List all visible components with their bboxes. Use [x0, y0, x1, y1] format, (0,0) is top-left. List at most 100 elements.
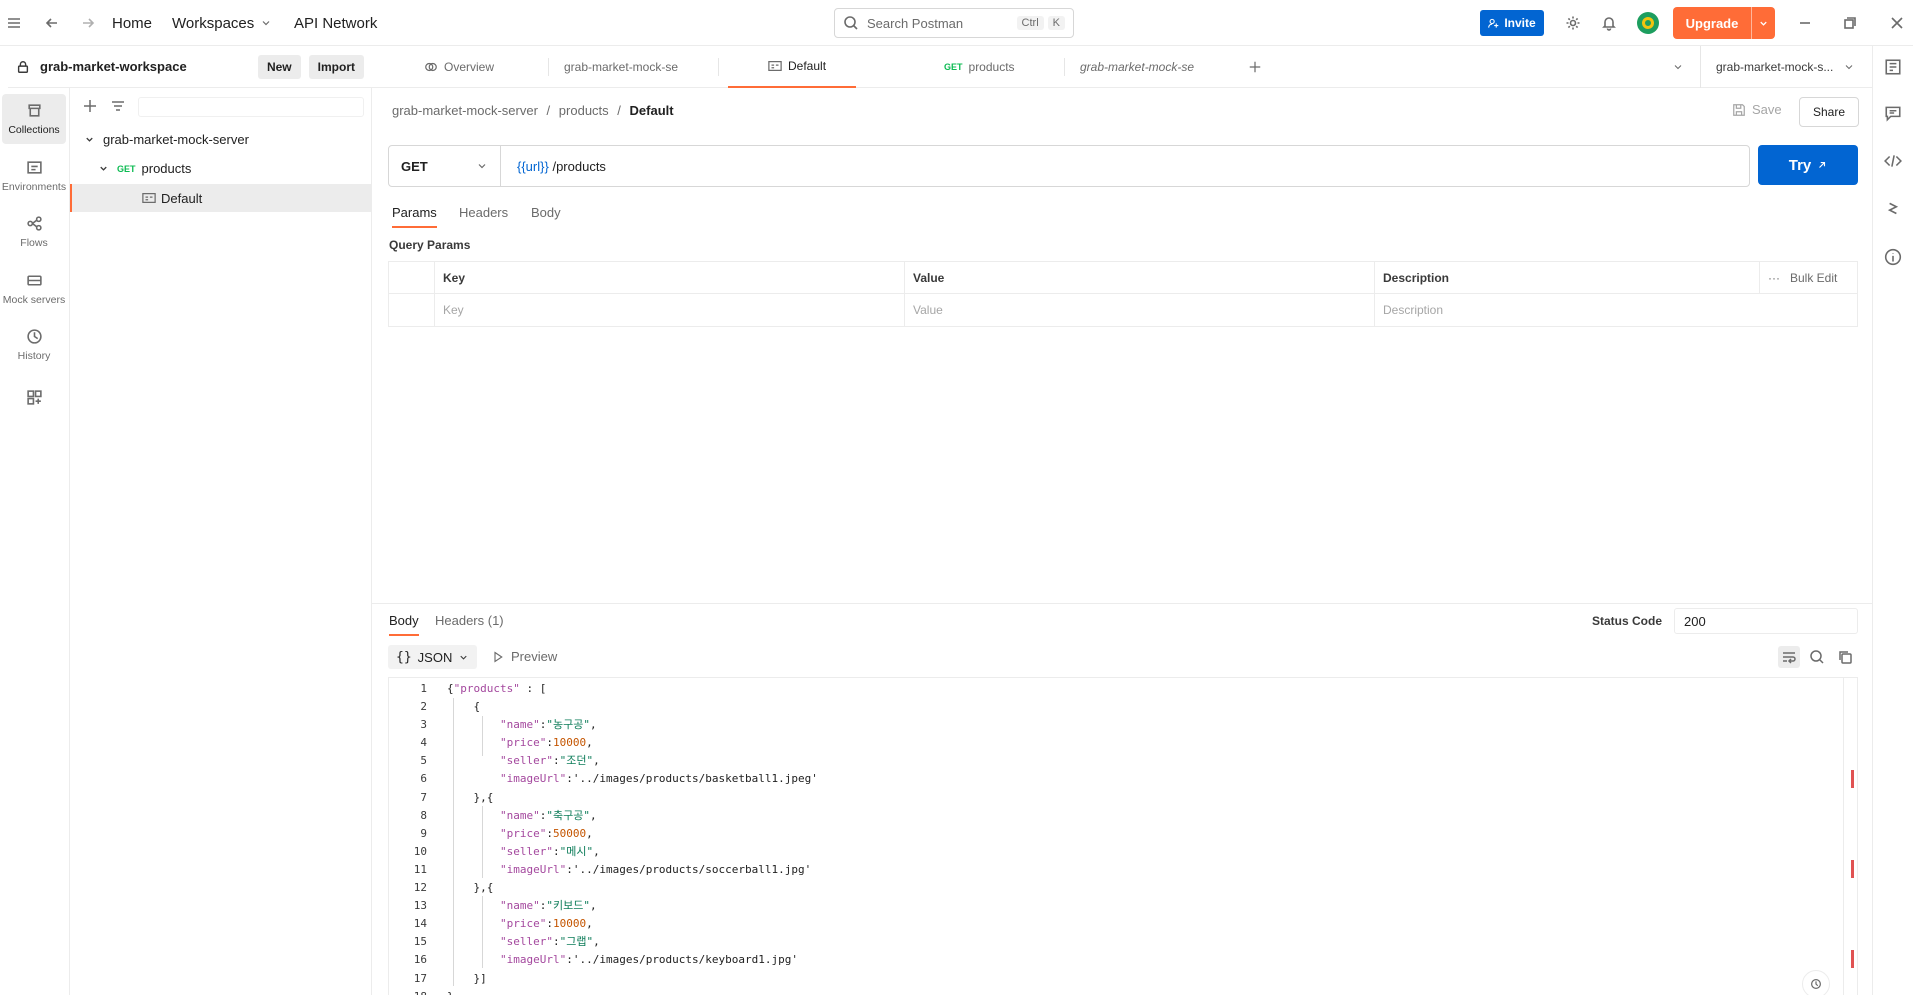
chevron-down-icon — [1845, 65, 1853, 70]
code-content[interactable]: {"products" : [ { "name":"농구공", "price":… — [447, 678, 818, 995]
tab-body[interactable]: Body — [531, 205, 561, 226]
save-button[interactable]: Save — [1732, 102, 1782, 117]
more-icon[interactable]: ··· — [1768, 271, 1780, 285]
search-input[interactable]: Search Postman Ctrl K — [834, 8, 1074, 38]
chevron-down-icon — [478, 164, 486, 169]
new-button[interactable]: New — [257, 54, 301, 79]
minimize-icon[interactable] — [1797, 0, 1813, 46]
search-icon — [844, 16, 858, 30]
rail-mock-servers[interactable]: Mock servers — [2, 264, 66, 314]
flows-icon — [26, 216, 42, 231]
rail-environments-label: Environments — [2, 181, 66, 193]
code-line: "seller":"메시", — [499, 844, 600, 858]
line-number: 7 — [420, 790, 427, 804]
braces-icon: {} — [396, 649, 412, 665]
code-line: "price":50000, — [499, 826, 593, 840]
rail-collections[interactable]: Collections — [2, 94, 66, 144]
right-rail — [1872, 46, 1913, 995]
environments-icon — [26, 161, 42, 174]
comments-icon[interactable] — [1884, 104, 1902, 122]
copy-icon[interactable] — [1834, 646, 1856, 668]
invite-button[interactable]: Invite — [1480, 10, 1544, 36]
column-description: Description — [1375, 262, 1760, 293]
tree-item-request[interactable]: GET products — [98, 161, 191, 176]
info-icon[interactable] — [1884, 248, 1902, 266]
nav-home[interactable]: Home — [112, 0, 152, 46]
tab-headers[interactable]: Headers — [459, 205, 508, 226]
code-line: "price":10000, — [499, 736, 593, 750]
rail-flows[interactable]: Flows — [2, 207, 66, 257]
avatar[interactable] — [1637, 0, 1659, 46]
code-line: "imageUrl":'../images/products/basketbal… — [499, 772, 818, 786]
import-button[interactable]: Import — [308, 54, 364, 79]
mock-servers-icon — [26, 275, 42, 286]
bootcamp-icon[interactable] — [1802, 970, 1830, 995]
preview-button[interactable]: Preview — [492, 649, 557, 664]
add-tab-icon[interactable] — [1248, 46, 1268, 88]
code-icon[interactable] — [1884, 152, 1902, 170]
related-icon[interactable] — [1884, 200, 1902, 218]
tab-products[interactable]: GET products — [944, 46, 1015, 88]
filter-icon[interactable] — [110, 98, 132, 116]
description-input[interactable]: Description — [1375, 294, 1857, 326]
maximize-icon[interactable] — [1842, 0, 1858, 46]
back-arrow-icon[interactable] — [44, 0, 60, 46]
tree-item-server[interactable]: grab-market-mock-server — [84, 132, 249, 147]
rail-collections-label: Collections — [8, 124, 60, 136]
upgrade-button[interactable]: Upgrade — [1673, 7, 1775, 39]
bulk-edit-button[interactable]: ··· Bulk Edit — [1760, 262, 1857, 293]
line-number: 14 — [413, 917, 427, 931]
try-button[interactable]: Try — [1758, 145, 1858, 185]
response-body-editor[interactable]: 123456789101112131415161718 {"products" … — [388, 677, 1858, 995]
external-arrow-icon — [1819, 161, 1826, 168]
tab-mock-server[interactable]: grab-market-mock-serv — [558, 46, 678, 88]
wrap-lines-icon[interactable] — [1778, 646, 1800, 668]
settings-gear-icon[interactable] — [1565, 0, 1581, 46]
code-line: "seller":"조던", — [499, 754, 600, 768]
tab-collection[interactable]: grab-market-mock-serv — [1074, 46, 1194, 88]
format-select[interactable]: {} JSON — [388, 645, 478, 669]
top-bar: Home Workspaces API Network Search Postm… — [0, 0, 1913, 46]
nav-api-network[interactable]: API Network — [294, 0, 377, 46]
notification-bell-icon[interactable] — [1601, 0, 1617, 46]
scrollbar[interactable] — [1843, 678, 1844, 995]
environment-quick-look-icon[interactable] — [1884, 58, 1902, 76]
tab-params[interactable]: Params — [392, 205, 437, 228]
breadcrumb-request[interactable]: products — [559, 103, 609, 118]
response-tab-headers[interactable]: Headers (1) — [435, 613, 504, 634]
share-button[interactable]: Share — [1799, 97, 1859, 127]
chevron-down-icon[interactable] — [1672, 46, 1690, 88]
menu-icon[interactable] — [6, 0, 22, 46]
workspace-name[interactable]: grab-market-workspace — [40, 59, 258, 74]
rail-history[interactable]: History — [2, 320, 66, 370]
breadcrumb-server[interactable]: grab-market-mock-server — [392, 103, 538, 118]
rail-environments[interactable]: Environments — [2, 151, 66, 201]
code-line: "name":"키보드", — [499, 899, 597, 913]
key-input[interactable]: Key — [435, 294, 905, 326]
rail-configure[interactable] — [2, 382, 66, 418]
code-line: "name":"농구공", — [499, 718, 597, 732]
tree-request-label: products — [141, 161, 192, 176]
nav-workspaces[interactable]: Workspaces — [172, 0, 272, 46]
workspace-header: grab-market-workspace New Import — [8, 46, 372, 88]
response-tab-body[interactable]: Body — [389, 613, 419, 636]
url-path: /products — [552, 158, 606, 174]
environment-select[interactable]: grab-market-mock-s... — [1716, 46, 1861, 88]
tab-default[interactable]: Default — [728, 46, 856, 88]
line-number: 8 — [420, 808, 427, 822]
tree-item-example[interactable]: Default — [70, 184, 372, 212]
close-icon[interactable] — [1889, 0, 1905, 46]
value-input[interactable]: Value — [905, 294, 1375, 326]
method-select[interactable]: GET — [389, 146, 501, 186]
chevron-down-icon[interactable] — [1751, 7, 1775, 39]
url-input[interactable]: {{url}} /products — [501, 159, 606, 174]
overview-icon — [425, 62, 437, 72]
response-divider[interactable] — [372, 603, 1872, 604]
search-icon[interactable] — [1806, 646, 1828, 668]
forward-arrow-icon[interactable] — [80, 0, 96, 46]
line-number: 9 — [420, 826, 427, 840]
status-code-input[interactable]: 200 — [1674, 608, 1858, 634]
sidebar-search-input[interactable] — [138, 97, 364, 117]
add-icon[interactable] — [82, 98, 100, 116]
tab-overview[interactable]: Overview — [424, 46, 494, 88]
